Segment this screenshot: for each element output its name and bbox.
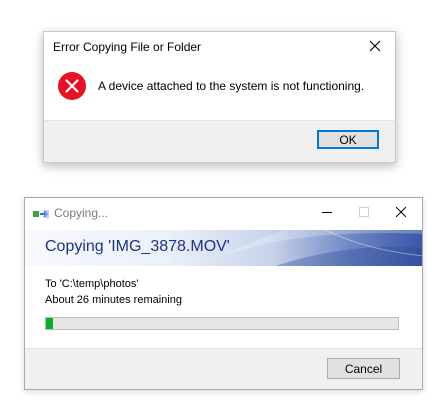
error-message: A device attached to the system is not f… (98, 79, 365, 93)
error-dialog: Error Copying File or Folder A device at… (43, 31, 396, 163)
copy-heading: Copying 'IMG_3878.MOV' (45, 238, 230, 255)
close-icon[interactable] (389, 202, 413, 222)
error-dialog-footer: OK (44, 120, 395, 162)
time-remaining-text: About 26 minutes remaining (45, 294, 182, 306)
progress-bar-fill (46, 318, 54, 329)
window-title: Copying... (54, 206, 109, 220)
minimize-icon[interactable] (315, 202, 339, 222)
cancel-button[interactable]: Cancel (327, 358, 400, 379)
copy-progress-dialog: Copying... Copying 'IMG_3878.MOV' To 'C:… (24, 197, 423, 390)
title-bar[interactable]: Copying... (25, 198, 422, 228)
progress-bar (45, 317, 399, 330)
copy-app-icon (33, 207, 49, 219)
error-dialog-title: Error Copying File or Folder (53, 40, 202, 54)
ok-button[interactable]: OK (317, 130, 379, 149)
destination-text: To 'C:\temp\photos' (45, 278, 139, 290)
copy-dialog-footer: Cancel (25, 348, 422, 389)
close-icon[interactable] (363, 35, 387, 57)
header-banner: Copying 'IMG_3878.MOV' (25, 230, 422, 266)
maximize-icon[interactable] (352, 202, 376, 222)
error-icon (57, 71, 87, 101)
